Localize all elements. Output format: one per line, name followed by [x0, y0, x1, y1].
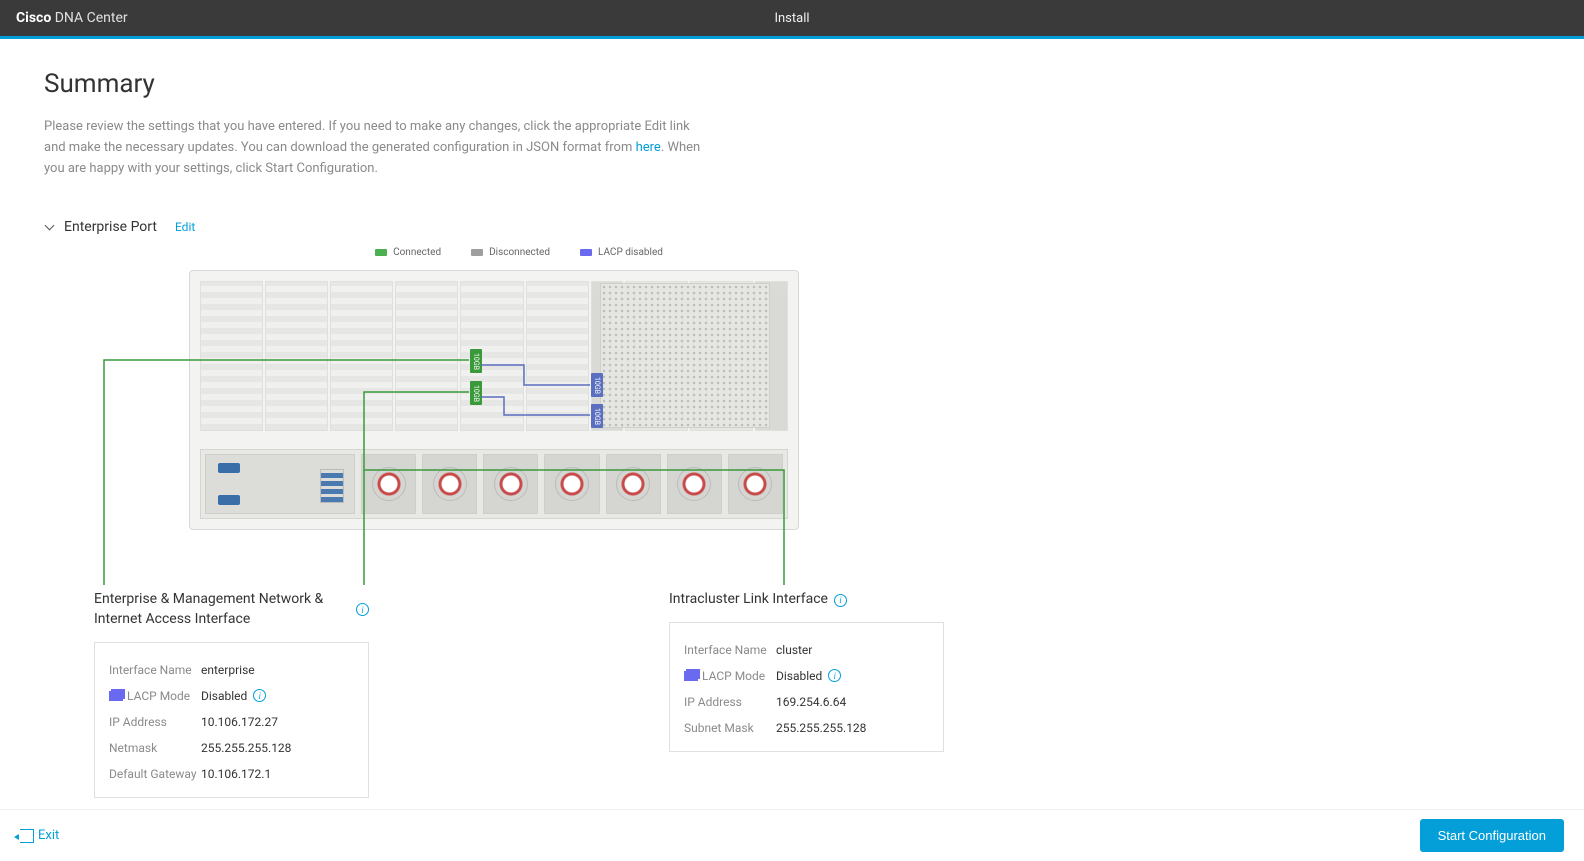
- enterprise-box: Interface Name enterprise LACP Mode Disa…: [94, 642, 369, 798]
- intracluster-box: Interface Name cluster LACP Mode Disable…: [669, 622, 944, 752]
- port-blue-2: 10GB: [591, 404, 603, 428]
- intracluster-callout-title: Intracluster Link Interface i: [669, 590, 944, 610]
- info-icon[interactable]: i: [834, 594, 847, 607]
- legend-lacp: LACP disabled: [580, 247, 663, 258]
- exit-icon: [20, 829, 34, 843]
- info-icon[interactable]: i: [356, 603, 369, 616]
- brand-bold: Cisco: [16, 10, 51, 26]
- diagram: 10GB 10GB 10GB 10GB: [44, 270, 944, 790]
- section-header[interactable]: Enterprise Port Edit: [44, 219, 1540, 235]
- start-configuration-button[interactable]: Start Configuration: [1420, 819, 1564, 852]
- info-icon[interactable]: i: [253, 689, 266, 702]
- chassis: 10GB 10GB 10GB 10GB: [189, 270, 799, 530]
- row-netmask: Netmask 255.255.255.128: [109, 735, 354, 761]
- lacp-icon: [109, 691, 123, 701]
- row-ip-address: IP Address 169.254.6.64: [684, 689, 929, 715]
- lacp-icon: [684, 671, 698, 681]
- row-interface-name: Interface Name cluster: [684, 637, 929, 663]
- disconnected-swatch-icon: [471, 249, 483, 256]
- port-green-1: 10GB: [470, 349, 482, 373]
- fan-module: [667, 454, 722, 514]
- legend: Connected Disconnected LACP disabled: [144, 247, 894, 258]
- callouts: Enterprise & Management Network & Intern…: [44, 590, 944, 797]
- legend-disconnected: Disconnected: [471, 247, 550, 258]
- header-title: Install: [774, 11, 809, 26]
- page-description: Please review the settings that you have…: [44, 117, 704, 179]
- row-ip-address: IP Address 10.106.172.27: [109, 709, 354, 735]
- section-title: Enterprise Port: [64, 219, 157, 235]
- info-icon[interactable]: i: [828, 669, 841, 682]
- exit-button[interactable]: Exit: [20, 828, 59, 843]
- footer: Exit Start Configuration: [0, 809, 1584, 861]
- fan-module: [361, 454, 416, 514]
- app-header: Cisco DNA Center Install: [0, 0, 1584, 36]
- legend-lacp-label: LACP disabled: [598, 247, 663, 258]
- content-area: Summary Please review the settings that …: [0, 39, 1584, 809]
- bottom-bar: [200, 449, 788, 519]
- edit-link[interactable]: Edit: [175, 220, 195, 234]
- download-here-link[interactable]: here: [636, 140, 661, 155]
- intracluster-callout: Intracluster Link Interface i Interface …: [669, 590, 944, 797]
- row-subnet-mask: Subnet Mask 255.255.255.128: [684, 715, 929, 741]
- connected-swatch-icon: [375, 249, 387, 256]
- desc-pre: Please review the settings that you have…: [44, 119, 690, 155]
- fan-module: [606, 454, 661, 514]
- enterprise-callout-title: Enterprise & Management Network & Intern…: [94, 590, 369, 629]
- enterprise-callout: Enterprise & Management Network & Intern…: [94, 590, 369, 797]
- legend-connected: Connected: [375, 247, 441, 258]
- lacp-swatch-icon: [580, 249, 592, 256]
- exit-label: Exit: [38, 828, 59, 843]
- fan-module: [728, 454, 783, 514]
- usb-ports-icon: [320, 469, 344, 503]
- port-green-2: 10GB: [470, 381, 482, 405]
- row-default-gateway: Default Gateway 10.106.172.1: [109, 761, 354, 787]
- legend-disconnected-label: Disconnected: [489, 247, 550, 258]
- row-lacp-mode: LACP Mode Disabled i: [684, 663, 929, 689]
- io-panel: [205, 454, 355, 514]
- port-blue-1: 10GB: [591, 373, 603, 397]
- fan-module: [544, 454, 599, 514]
- page-title: Summary: [44, 69, 1540, 99]
- brand-light: DNA Center: [51, 10, 127, 26]
- row-interface-name: Interface Name enterprise: [109, 657, 354, 683]
- legend-connected-label: Connected: [393, 247, 441, 258]
- fan-module: [422, 454, 477, 514]
- brand: Cisco DNA Center: [16, 10, 128, 26]
- chevron-down-icon: [44, 222, 54, 232]
- row-lacp-mode: LACP Mode Disabled i: [109, 683, 354, 709]
- fan-module: [483, 454, 538, 514]
- mesh-panel: [600, 283, 770, 428]
